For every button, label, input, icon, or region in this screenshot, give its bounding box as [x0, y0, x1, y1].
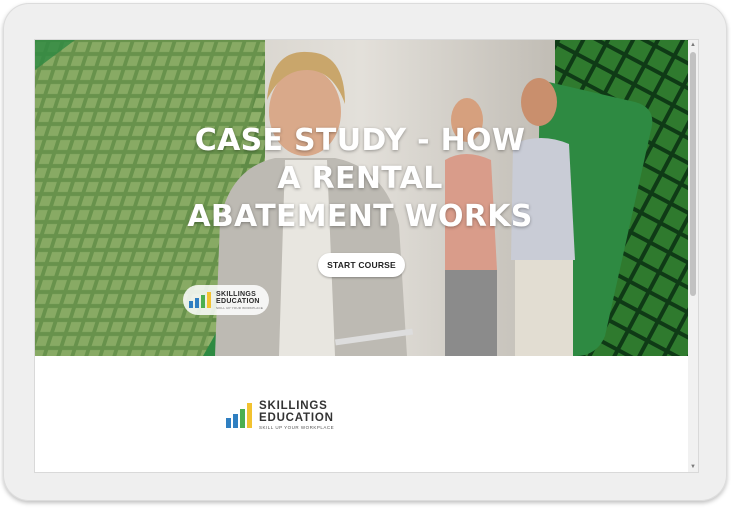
- course-screen: CASE STUDY - HOW A RENTAL ABATEMENT WORK…: [34, 39, 699, 473]
- brand-name-line-1: SKILLINGS: [259, 400, 328, 412]
- course-title-line-2: A RENTAL: [277, 161, 443, 196]
- start-course-button[interactable]: START COURSE: [318, 253, 405, 277]
- vertical-scrollbar[interactable]: ▲ ▼: [688, 40, 698, 472]
- brand-name-line-2: EDUCATION: [216, 297, 260, 305]
- course-hero-banner: CASE STUDY - HOW A RENTAL ABATEMENT WORK…: [35, 40, 688, 356]
- scrollbar-thumb[interactable]: [690, 52, 696, 296]
- brand-name-line-2: EDUCATION: [259, 412, 334, 424]
- brand-wordmark: SKILLINGS EDUCATION SKILL UP YOUR WORKPL…: [259, 400, 334, 431]
- brand-tagline: SKILL UP YOUR WORKPLACE: [259, 425, 335, 430]
- brand-wordmark: SKILLINGS EDUCATION SKILL UP YOUR WORKPL…: [216, 291, 263, 310]
- bar-chart-logo-icon: [189, 292, 211, 308]
- course-title-line-1: CASE STUDY - HOW: [194, 123, 526, 158]
- course-title: CASE STUDY - HOW A RENTAL ABATEMENT WORK…: [165, 122, 555, 236]
- tablet-frame: CASE STUDY - HOW A RENTAL ABATEMENT WORK…: [3, 3, 727, 501]
- chevron-down-icon[interactable]: ▼: [688, 462, 698, 472]
- chevron-up-icon[interactable]: ▲: [688, 40, 698, 50]
- brand-name-line-1: SKILLINGS: [216, 290, 257, 298]
- course-title-line-3: ABATEMENT WORKS: [187, 199, 533, 234]
- hero-brand-badge: SKILLINGS EDUCATION SKILL UP YOUR WORKPL…: [183, 285, 269, 315]
- footer-brand-logo: SKILLINGS EDUCATION SKILL UP YOUR WORKPL…: [226, 400, 334, 431]
- bar-chart-logo-icon: [226, 403, 252, 428]
- brand-tagline: SKILL UP YOUR WORKPLACE: [216, 305, 264, 310]
